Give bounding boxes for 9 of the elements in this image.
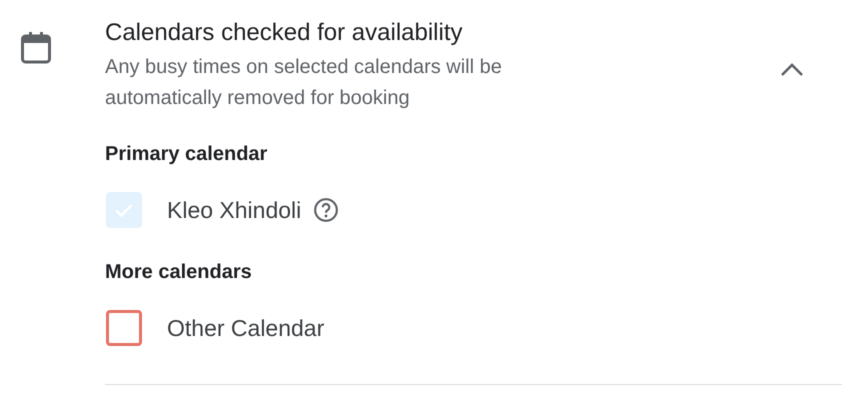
section-title: Calendars checked for availability bbox=[105, 18, 464, 48]
checkbox[interactable] bbox=[106, 310, 142, 346]
calendar-name: Other Calendar bbox=[167, 314, 324, 343]
group-heading: More calendars bbox=[105, 260, 253, 285]
section-description: Any busy times on selected calendars will be automatically removed for booking bbox=[105, 55, 503, 111]
calendar-name: Kleo Xhindoli bbox=[167, 196, 302, 225]
group-heading: Primary calendar bbox=[105, 142, 268, 167]
chevron-icon bbox=[780, 62, 804, 78]
calendar-icon bbox=[21, 32, 51, 64]
